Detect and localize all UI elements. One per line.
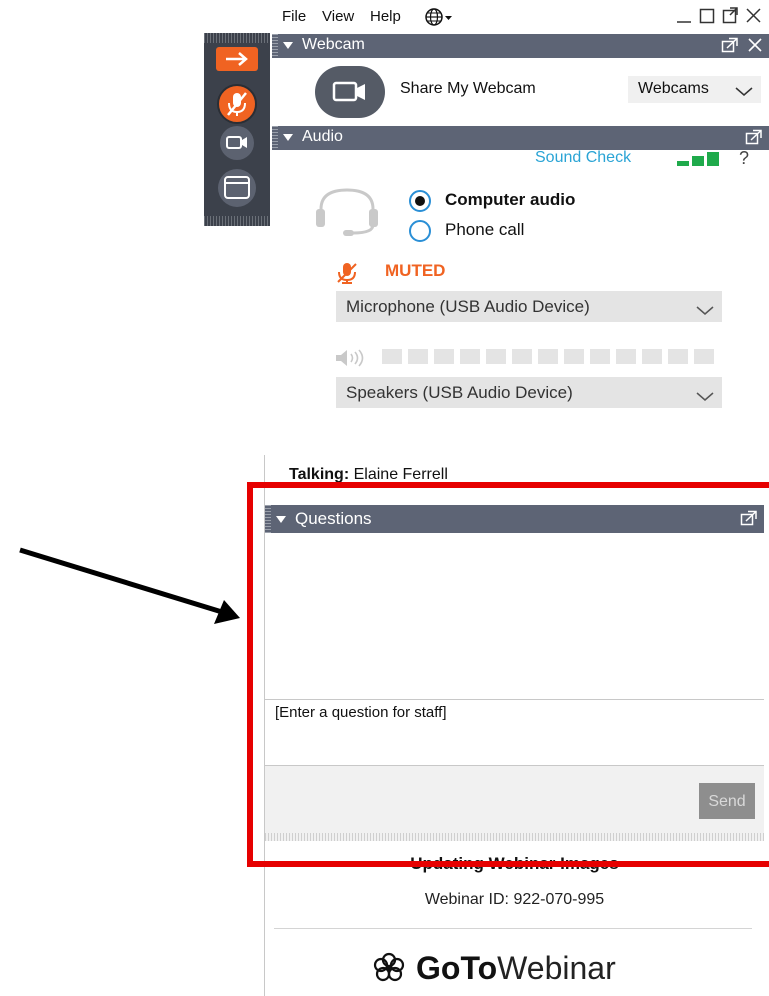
control-strip (204, 33, 270, 226)
panel-grip[interactable] (272, 126, 278, 150)
audio-panel-header[interactable]: Audio (272, 126, 769, 150)
chevron-down-icon (696, 301, 714, 321)
webcam-panel-header[interactable]: Webcam (272, 34, 769, 58)
muted-mic-icon[interactable] (336, 262, 358, 289)
muted-mic-icon[interactable] (216, 83, 258, 130)
popout-panel-icon[interactable] (745, 129, 763, 150)
chevron-down-icon (735, 84, 753, 102)
highlight-box (247, 482, 769, 867)
webcam-panel-title: Webcam (302, 36, 365, 53)
microphone-dropdown[interactable]: Microphone (USB Audio Device) (336, 291, 722, 322)
brand-goto: GoTo (416, 949, 498, 986)
sound-check-link[interactable]: Sound Check (535, 149, 631, 167)
share-webcam-label[interactable]: Share My Webcam (400, 80, 536, 98)
close-panel-icon[interactable] (747, 37, 763, 58)
exit-arrow-icon[interactable] (216, 47, 258, 76)
minimize-icon[interactable] (676, 6, 692, 24)
popout-icon[interactable] (722, 6, 738, 24)
strip-grip-bottom[interactable] (204, 216, 270, 226)
talking-label: Talking: (289, 466, 350, 483)
popout-panel-icon[interactable] (721, 37, 739, 58)
menu-help[interactable]: Help (370, 8, 401, 25)
audio-help-button[interactable]: ? (739, 148, 749, 169)
close-icon[interactable] (745, 6, 761, 24)
webcams-dropdown[interactable]: Webcams (628, 76, 761, 103)
menu-file[interactable]: File (282, 8, 306, 25)
share-webcam-button[interactable] (315, 66, 385, 118)
camera-icon (332, 81, 365, 102)
headset-icon (313, 187, 383, 244)
chevron-down-icon (696, 387, 714, 407)
strip-grip[interactable] (204, 33, 270, 43)
speakers-dropdown[interactable]: Speakers (USB Audio Device) (336, 377, 722, 408)
webcam-icon[interactable] (216, 124, 258, 167)
menu-bar: File View Help (270, 0, 769, 34)
talking-name: Elaine Ferrell (353, 466, 448, 483)
collapse-triangle-icon[interactable] (282, 130, 294, 148)
speaker-level-meter (382, 349, 714, 364)
brand-webinar: Webinar (497, 949, 616, 986)
gotowebinar-flower-icon (373, 952, 405, 982)
webinar-id: Webinar ID: 922-070-995 (424, 891, 605, 908)
computer-audio-label[interactable]: Computer audio (445, 190, 575, 210)
speaker-icon (334, 349, 368, 372)
muted-status: MUTED (385, 261, 446, 280)
globe-icon[interactable] (425, 7, 453, 32)
panel-grip[interactable] (272, 34, 278, 58)
audio-panel-title: Audio (302, 128, 343, 145)
divider (274, 928, 752, 929)
screen-icon[interactable] (216, 167, 258, 214)
audio-level-icon (677, 151, 723, 172)
window-controls (676, 6, 761, 24)
maximize-icon[interactable] (699, 6, 715, 24)
collapse-triangle-icon[interactable] (282, 38, 294, 56)
phone-call-radio[interactable] (409, 220, 431, 242)
computer-audio-radio[interactable] (409, 190, 431, 212)
phone-call-label[interactable]: Phone call (445, 220, 524, 240)
menu-view[interactable]: View (322, 8, 354, 25)
gotowebinar-logo: GoTo Webinar (372, 946, 616, 990)
arrow-annotation (19, 547, 240, 624)
